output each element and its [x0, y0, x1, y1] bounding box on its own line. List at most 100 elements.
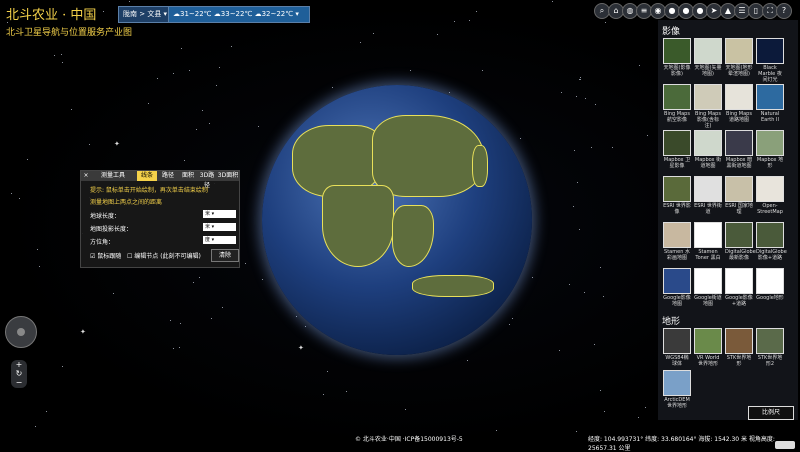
imagery-layer-tile[interactable]: Mapbox 地形: [756, 130, 784, 169]
weather-temp-1: 31~22℃: [180, 10, 212, 18]
unit-select-azimuth[interactable]: 度 ▾: [203, 236, 236, 244]
tab-path[interactable]: 路径: [157, 171, 179, 181]
imagery-layer-tile[interactable]: 天地图(矢量地图): [694, 38, 722, 77]
imagery-layer-tile[interactable]: ESRI 世界影像: [663, 176, 691, 215]
star: [405, 409, 406, 410]
star: [211, 318, 212, 319]
tab-3d-area[interactable]: 3D面积: [217, 171, 239, 181]
clear-button[interactable]: 清除: [211, 249, 239, 262]
layer-thumbnail: [756, 222, 784, 248]
imagery-layer-tile[interactable]: Open-StreetMap: [756, 176, 784, 215]
terrain-layer-tile[interactable]: STK世界地形: [725, 328, 753, 367]
measure-tabs: × 测量工具 线条 路径 面积 3D路径 3D面积: [81, 171, 239, 189]
imagery-layer-tile[interactable]: Google影像+道路: [725, 268, 753, 307]
imagery-layer-tile[interactable]: DigitalGlobe 最新影像: [725, 222, 756, 261]
scale-button[interactable]: 比例尺: [748, 406, 794, 420]
star: [603, 296, 604, 297]
layer-label: Mapbox 街道地图: [694, 157, 722, 169]
follow-mouse-checkbox[interactable]: ☑ 鼠标跟随: [90, 251, 121, 260]
imagery-layer-tile[interactable]: Bing Maps 影像(含标注): [694, 84, 722, 129]
location-label: 陇南 > 文县: [123, 10, 162, 18]
zoom-reset-button[interactable]: ↻: [11, 370, 27, 378]
layer-thumbnail: [663, 370, 691, 396]
unit-select-projected-length[interactable]: 米 ▾: [203, 223, 236, 231]
land-india: [322, 185, 394, 267]
layer-thumbnail: [663, 268, 691, 294]
imagery-layer-tile[interactable]: 天地图(地形晕渲地图): [725, 38, 753, 77]
star: [148, 103, 149, 104]
star: [327, 371, 328, 372]
satellite-icon[interactable]: ✦: [114, 140, 120, 148]
star: [113, 293, 114, 294]
tab-line[interactable]: 线条: [137, 171, 157, 181]
terrain-layer-tile[interactable]: ArcticDEM 世界地形: [663, 370, 691, 409]
imagery-layer-tile[interactable]: Bing Maps 道路地图: [725, 84, 753, 123]
earth-globe[interactable]: [262, 85, 532, 355]
layer-label: WGS84椭球体: [665, 355, 689, 367]
imagery-layer-tile[interactable]: Mapbox 卫星影像: [663, 130, 691, 169]
imagery-layer-tile[interactable]: Google影像地图: [663, 268, 691, 307]
star: [37, 249, 38, 250]
unit-select-earth-length[interactable]: 米 ▾: [203, 210, 236, 218]
imagery-layer-tile[interactable]: Google街道地图: [694, 268, 722, 307]
layer-thumbnail: [756, 176, 784, 202]
measure-title: 测量工具: [100, 172, 125, 179]
layer-label: ESRI 世界影像: [663, 203, 691, 215]
star: [54, 55, 55, 56]
star: [89, 144, 90, 145]
star: [600, 390, 601, 391]
satellite-icon[interactable]: ✦: [298, 344, 304, 352]
measure-close-button[interactable]: ×: [81, 171, 91, 181]
star: [19, 198, 20, 199]
vr-glasses-icon[interactable]: [775, 441, 795, 449]
terrain-layer-tile[interactable]: STK世界地形2: [756, 328, 784, 367]
star: [600, 267, 601, 268]
measure-hint-2: 测量地图上两点之间的距离: [90, 199, 163, 206]
imagery-layer-tile[interactable]: Stamen Toner 黑白: [694, 222, 722, 261]
navigation-compass[interactable]: [5, 316, 37, 348]
satellite-icon[interactable]: ✦: [80, 328, 86, 336]
star: [496, 430, 497, 431]
star: [512, 318, 513, 319]
imagery-layer-tile[interactable]: ESRI 国家地理: [725, 176, 753, 215]
imagery-layer-tile[interactable]: Stamen 水彩画地图: [663, 222, 691, 261]
edit-nodes-checkbox[interactable]: ☐ 编辑节点 (此刻不可编辑): [127, 251, 201, 260]
layer-label: Google影像地图: [663, 295, 691, 307]
star: [577, 182, 578, 183]
layer-thumbnail: [725, 84, 753, 110]
imagery-layer-tile[interactable]: DigitalGlobe影像+道路: [756, 222, 787, 261]
star: [639, 65, 640, 66]
tab-area[interactable]: 面积: [179, 171, 197, 181]
star: [296, 316, 297, 317]
star: [129, 1, 130, 2]
weather-bar[interactable]: ☁31~22℃ ☁33~22℃ ☁32~22℃ ▾: [168, 6, 310, 23]
star: [410, 70, 411, 71]
imagery-layer-tile[interactable]: Mapbox 暗黑街道地图: [725, 130, 753, 169]
help-icon[interactable]: ?: [776, 3, 792, 19]
imagery-layer-tile[interactable]: Bing Maps 航空影像: [663, 84, 691, 123]
star: [62, 366, 63, 367]
star: [585, 98, 586, 99]
imagery-layer-tile[interactable]: 天地图(影像影像): [663, 38, 691, 77]
star: [258, 126, 259, 127]
imagery-layer-tile[interactable]: Natural Earth II: [756, 84, 784, 123]
layer-label: ESRI 国家地理: [725, 203, 753, 215]
terrain-layer-tile[interactable]: VR World 世界地形: [694, 328, 722, 367]
star: [170, 320, 171, 321]
zoom-out-button[interactable]: −: [11, 378, 27, 388]
rain-cloud-icon: ☁: [173, 10, 180, 18]
terrain-layer-tile[interactable]: WGS84椭球体: [663, 328, 691, 367]
star: [181, 48, 182, 49]
layer-label: Natural Earth II: [760, 111, 780, 123]
layer-thumbnail: [725, 328, 753, 354]
compass-center-icon[interactable]: [17, 328, 25, 336]
layer-label: 天地图(矢量地图): [694, 65, 722, 77]
star: [11, 193, 12, 194]
layer-thumbnail: [756, 268, 784, 294]
tab-3d-path[interactable]: 3D路径: [197, 171, 217, 189]
star: [199, 277, 200, 278]
imagery-layer-tile[interactable]: Black Marble 夜间灯光: [756, 38, 784, 83]
imagery-layer-tile[interactable]: ESRI 世界街道: [694, 176, 722, 215]
imagery-layer-tile[interactable]: Google地形: [756, 268, 784, 301]
imagery-layer-tile[interactable]: Mapbox 街道地图: [694, 130, 722, 169]
